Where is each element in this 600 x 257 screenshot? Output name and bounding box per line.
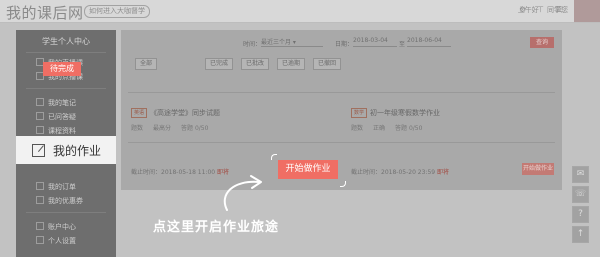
top-header: 我的课后网 如何进入大咖督学 上午好 同学您 ⚙ ⊤ ☰	[0, 0, 600, 23]
sidebar-divider	[26, 88, 106, 89]
homework-panel: 时间： 最近三个月 ▾ 日期： 2018-03-04 至 2018-06-04 …	[121, 30, 562, 190]
sidebar-divider	[26, 212, 106, 213]
back-to-top-icon[interactable]: ↑	[572, 226, 589, 243]
site-logo[interactable]: 我的课后网	[6, 2, 84, 23]
tab-all[interactable]: 全部	[135, 58, 158, 70]
sidebar-item-account[interactable]: 账户中心	[36, 222, 76, 232]
guide-caption: 点这里开启作业旅途	[153, 220, 280, 235]
homework-meta: 题数 最高分 答题 0/50	[131, 125, 209, 132]
tab-withdrawn[interactable]: 已撤回	[313, 58, 342, 70]
start-homework-button[interactable]: 开始做作业	[278, 160, 338, 179]
subject-tag: 英语	[131, 108, 148, 118]
date-to-input[interactable]: 2018-06-04	[407, 37, 451, 47]
note-icon	[36, 98, 44, 106]
date-label: 日期：	[335, 41, 354, 48]
guide-arrow-icon	[223, 175, 262, 211]
sidebar-item-notes[interactable]: 我的笔记	[36, 98, 76, 108]
sidebar-item-materials[interactable]: 课程资料	[36, 126, 76, 136]
sidebar-item-coupons[interactable]: 我的优惠券	[36, 196, 83, 206]
cart-icon[interactable]: ⊤	[537, 5, 544, 14]
question-icon	[36, 112, 44, 120]
date-to-text: 至	[399, 41, 406, 48]
account-icon	[36, 222, 44, 230]
tab-done[interactable]: 已完成	[205, 58, 234, 70]
content-divider	[128, 142, 555, 143]
homework-title[interactable]: 英语 《高途学堂》同步试题	[131, 108, 220, 118]
homework-title[interactable]: 数学 初一年级寒假数学作业	[351, 108, 440, 118]
homework-deadline: 截止时间：2018-05-20 23:59 即将	[351, 169, 450, 176]
homework-meta: 题数 正确 答题 0/50	[351, 125, 423, 132]
subject-tag: 数学	[351, 108, 368, 118]
help-icon[interactable]: ?	[572, 206, 589, 223]
sidebar-item-homework[interactable]: 我的作业	[16, 136, 116, 164]
sidebar-item-settings[interactable]: 个人设置	[36, 236, 76, 246]
logo-tag[interactable]: 如何进入大咖督学	[84, 5, 150, 18]
settings-icon[interactable]: ⚙	[519, 5, 526, 14]
settings-icon	[36, 236, 44, 244]
sidebar-item-qa[interactable]: 已问答疑	[36, 112, 76, 122]
tab-overdue[interactable]: 已逾期	[277, 58, 306, 70]
date-from-input[interactable]: 2018-03-04	[353, 37, 397, 47]
order-icon	[36, 182, 44, 190]
search-button[interactable]: 查询	[530, 37, 554, 48]
time-label: 时间：	[243, 41, 262, 48]
sidebar-item-orders[interactable]: 我的订单	[36, 182, 76, 192]
time-range-select[interactable]: 最近三个月 ▾	[261, 37, 323, 47]
menu-icon[interactable]: ☰	[555, 5, 562, 14]
highlight-corner	[271, 154, 277, 160]
coupon-icon	[36, 196, 44, 204]
content-divider	[128, 92, 555, 93]
header-accent-strip	[574, 0, 600, 22]
phone-icon[interactable]: ☏	[572, 186, 589, 203]
edit-icon	[32, 143, 45, 157]
sidebar-divider	[26, 52, 106, 53]
start-homework-button-secondary[interactable]: 开始做作业	[522, 163, 554, 175]
sidebar-title: 学生个人中心	[42, 37, 90, 46]
chat-icon[interactable]: ✉	[572, 166, 589, 183]
folder-icon	[36, 126, 44, 134]
tab-pending[interactable]: 待完成	[43, 62, 81, 76]
tab-graded[interactable]: 已批改	[241, 58, 270, 70]
